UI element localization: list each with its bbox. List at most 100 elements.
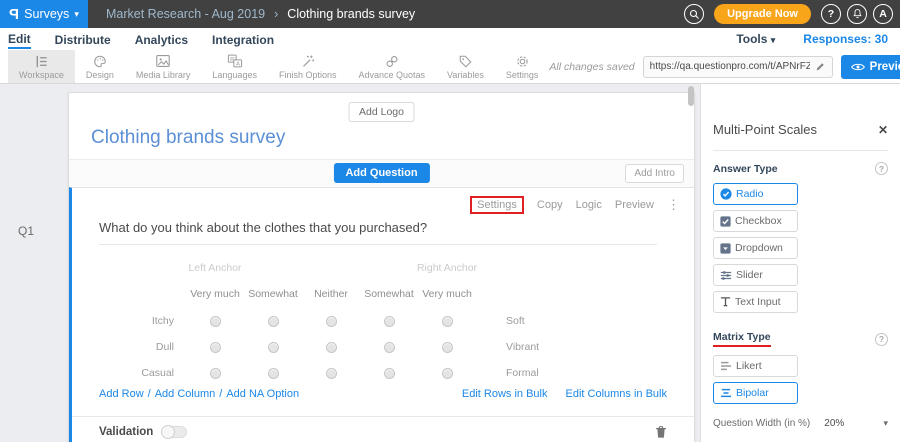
answer-type-heading: Answer Type	[713, 163, 778, 175]
delete-question-button[interactable]	[655, 425, 667, 439]
row-left-label[interactable]: Dull	[99, 341, 174, 353]
preview-button[interactable]: Preview	[841, 55, 900, 79]
answer-type-dropdown[interactable]: Dropdown	[713, 237, 798, 259]
question-text[interactable]: What do you think about the clothes that…	[99, 220, 427, 235]
menu-item-analytics[interactable]: Analytics	[135, 30, 188, 48]
add-intro-button[interactable]: Add Intro	[625, 164, 684, 183]
wand-icon	[300, 53, 316, 69]
toolbar-workspace[interactable]: Workspace	[8, 50, 75, 83]
answer-type-checkbox[interactable]: Checkbox	[713, 210, 798, 232]
surveys-product-menu[interactable]: P Surveys ▾	[0, 0, 88, 28]
row-right-label[interactable]: Vibrant	[506, 341, 539, 353]
matrix-radio[interactable]	[442, 342, 453, 353]
matrix-radio[interactable]	[384, 342, 395, 353]
survey-title[interactable]: Clothing brands survey	[91, 127, 285, 149]
pencil-icon[interactable]	[815, 61, 826, 72]
panel-title: Multi-Point Scales	[713, 122, 817, 137]
matrix-radio[interactable]	[268, 368, 279, 379]
add-column-link[interactable]: Add Column	[155, 388, 216, 400]
chevron-down-icon: ▾	[771, 35, 776, 45]
responses-count[interactable]: Responses: 30	[803, 32, 888, 46]
tools-dropdown[interactable]: Tools ▾	[736, 32, 775, 46]
menu-item-integration[interactable]: Integration	[212, 30, 274, 48]
matrix-radio[interactable]	[442, 316, 453, 327]
top-bar: P Surveys ▾ Market Research - Aug 2019 ›…	[0, 0, 900, 28]
notifications-button[interactable]	[847, 4, 867, 24]
question-preview-link[interactable]: Preview	[615, 199, 654, 211]
answer-type-slider[interactable]: Slider	[713, 264, 798, 286]
answer-type-text-input[interactable]: Text Input	[713, 291, 798, 313]
matrix-type-likert[interactable]: Likert	[713, 355, 798, 377]
dropdown-icon	[720, 243, 731, 254]
validation-label: Validation	[99, 426, 153, 438]
radio-check-icon	[720, 188, 732, 200]
more-options-icon[interactable]: ⋮	[667, 197, 680, 213]
matrix-radio[interactable]	[268, 316, 279, 327]
likert-icon	[720, 361, 732, 371]
avatar[interactable]: A	[873, 4, 893, 24]
separator: /	[219, 388, 222, 400]
text-input-icon	[720, 296, 731, 308]
edit-rows-bulk-link[interactable]: Edit Rows in Bulk	[462, 388, 548, 400]
column-header: Very much	[418, 288, 476, 300]
add-row-link[interactable]: Add Row	[99, 388, 144, 400]
help-button[interactable]: ?	[821, 4, 841, 24]
toolbar-design[interactable]: Design	[75, 50, 125, 83]
breadcrumb-folder[interactable]: Market Research - Aug 2019	[106, 7, 265, 21]
breadcrumb: Market Research - Aug 2019 › Clothing br…	[106, 7, 415, 21]
row-left-label[interactable]: Itchy	[99, 315, 174, 327]
column-header: Neither	[302, 288, 360, 300]
slider-icon	[720, 270, 732, 281]
close-icon[interactable]: ✕	[878, 123, 888, 137]
add-logo-button[interactable]: Add Logo	[348, 102, 415, 122]
toolbar-settings[interactable]: Settings	[495, 50, 550, 83]
row-right-label[interactable]: Formal	[506, 367, 539, 379]
question-logic-link[interactable]: Logic	[576, 199, 602, 211]
toolbar-languages[interactable]: A Languages	[201, 50, 268, 83]
validation-toggle[interactable]	[161, 426, 187, 438]
toolbar-advance-quotas[interactable]: Advance Quotas	[347, 50, 436, 83]
matrix-radio[interactable]	[268, 342, 279, 353]
menu-item-distribute[interactable]: Distribute	[55, 30, 111, 48]
menu-item-edit[interactable]: Edit	[8, 29, 31, 49]
matrix-radio[interactable]	[210, 316, 221, 327]
matrix-type-bipolar[interactable]: Bipolar	[713, 382, 798, 404]
add-na-option-link[interactable]: Add NA Option	[226, 388, 299, 400]
toolbar-media-library[interactable]: Media Library	[125, 50, 202, 83]
image-icon	[155, 53, 171, 69]
survey-toolbar: Workspace Design Media Library A Languag…	[0, 50, 900, 84]
question-settings-link[interactable]: Settings	[470, 196, 524, 214]
chevron-down-icon[interactable]: ▾	[883, 418, 888, 429]
matrix-radio[interactable]	[210, 368, 221, 379]
add-question-button[interactable]: Add Question	[333, 163, 429, 183]
eye-icon	[851, 62, 865, 72]
validation-row: Validation	[99, 425, 667, 439]
toolbar-variables[interactable]: Variables	[436, 50, 495, 83]
matrix-radio[interactable]	[384, 316, 395, 327]
matrix-radio[interactable]	[384, 368, 395, 379]
edit-columns-bulk-link[interactable]: Edit Columns in Bulk	[566, 388, 668, 400]
column-header: Somewhat	[360, 288, 418, 300]
answer-type-radio[interactable]: Radio	[713, 183, 798, 205]
matrix-row: Itchy Soft	[99, 308, 694, 334]
question-width-value[interactable]: 20%	[824, 418, 844, 429]
matrix-radio[interactable]	[442, 368, 453, 379]
matrix-radio[interactable]	[326, 342, 337, 353]
toolbar-finish-options[interactable]: Finish Options	[268, 50, 348, 83]
column-header-row: Very much Somewhat Neither Somewhat Very…	[99, 280, 694, 308]
left-anchor-label: Left Anchor	[186, 262, 244, 274]
canvas-scrollbar[interactable]	[688, 86, 694, 106]
row-left-label[interactable]: Casual	[99, 367, 174, 379]
survey-url-box	[643, 56, 833, 78]
divider	[713, 150, 888, 151]
search-button[interactable]	[684, 4, 704, 24]
upgrade-now-button[interactable]: Upgrade Now	[714, 4, 811, 24]
survey-url-input[interactable]	[650, 61, 810, 72]
help-icon[interactable]: ?	[875, 162, 888, 175]
matrix-radio[interactable]	[326, 316, 337, 327]
help-icon[interactable]: ?	[875, 333, 888, 346]
row-right-label[interactable]: Soft	[506, 315, 525, 327]
question-copy-link[interactable]: Copy	[537, 199, 563, 211]
matrix-radio[interactable]	[210, 342, 221, 353]
matrix-radio[interactable]	[326, 368, 337, 379]
